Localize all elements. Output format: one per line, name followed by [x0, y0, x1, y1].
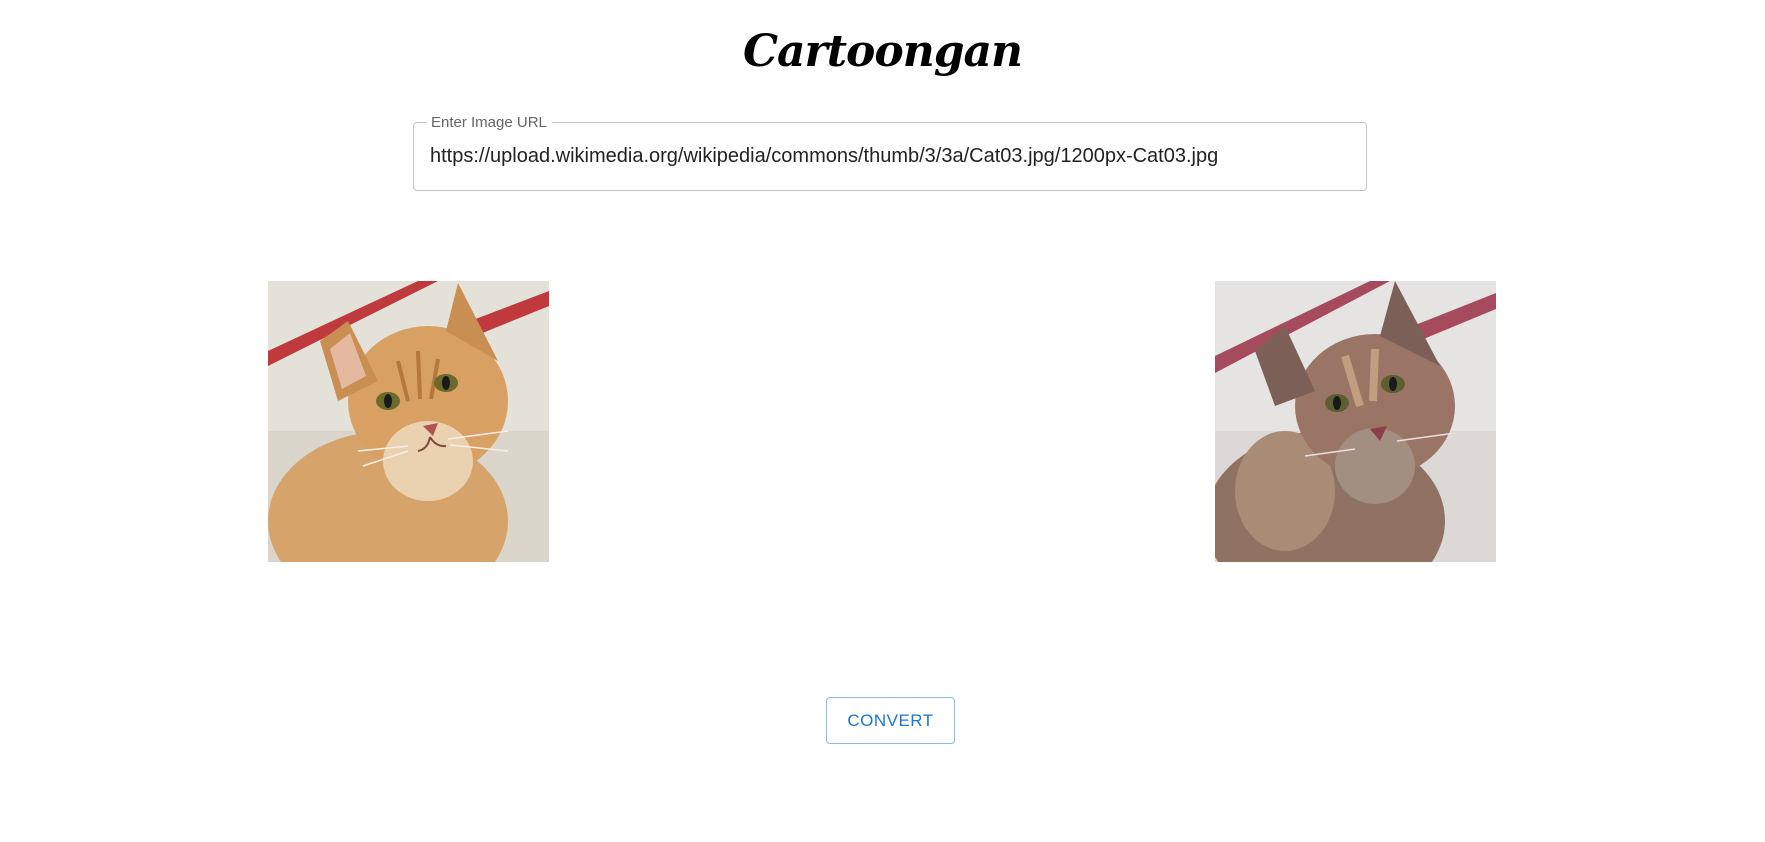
image-url-input[interactable] — [430, 123, 1350, 190]
cat-photo-icon — [268, 281, 549, 562]
image-url-field[interactable]: Enter Image URL — [413, 114, 1367, 191]
convert-button[interactable]: CONVERT — [826, 697, 955, 744]
cartoonized-cat-photo-icon — [1215, 281, 1496, 562]
cartoon-image — [1215, 281, 1496, 562]
app-title: Cartoongan — [743, 26, 1023, 77]
original-image — [268, 281, 549, 562]
app-page: Cartoongan Enter Image URL https://uploa… — [0, 0, 1765, 842]
